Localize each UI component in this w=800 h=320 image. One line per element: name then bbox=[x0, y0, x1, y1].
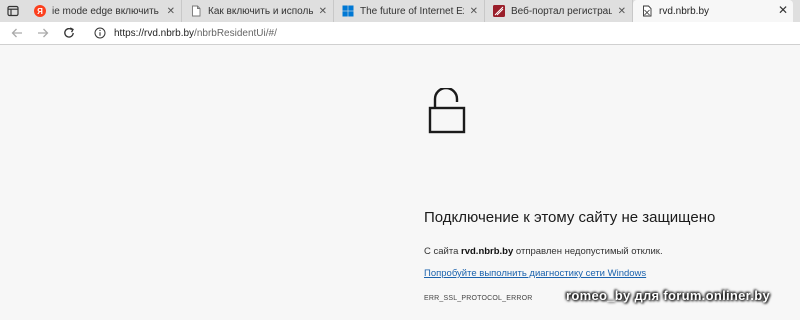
forward-button[interactable] bbox=[30, 22, 56, 44]
tab-title: rvd.nbrb.by bbox=[659, 5, 710, 17]
forward-arrow-icon bbox=[38, 28, 49, 38]
refresh-icon bbox=[64, 27, 74, 38]
tab-yandex-search[interactable]: Я ie mode edge включить — Янде ✕ bbox=[26, 0, 182, 22]
tab-title: ie mode edge включить — Янде bbox=[52, 5, 161, 17]
tab-close-icon[interactable]: ✕ bbox=[167, 6, 175, 17]
tab-title: The future of Internet Explorer o bbox=[360, 5, 464, 17]
error-code: ERR_SSL_PROTOCOL_ERROR bbox=[424, 295, 533, 302]
refresh-button[interactable] bbox=[56, 22, 82, 44]
unlocked-padlock-icon bbox=[428, 88, 466, 134]
tab-actions-button[interactable] bbox=[0, 0, 26, 22]
watermark: romeo_by для forum.onliner.by bbox=[566, 288, 770, 303]
tab-close-icon[interactable]: ✕ bbox=[470, 6, 478, 17]
tab-strip: Я ie mode edge включить — Янде ✕ Как вкл… bbox=[0, 0, 800, 22]
tab-actions-icon bbox=[7, 5, 19, 17]
page-icon bbox=[192, 5, 201, 17]
address-bar[interactable]: https://rvd.nbrb.by/nbrbResidentUi/#/ bbox=[94, 27, 277, 39]
svg-text:Я: Я bbox=[37, 7, 43, 16]
close-tab-icon[interactable]: ✕ bbox=[778, 3, 788, 17]
tab-title: Как включить и использовать р bbox=[208, 5, 313, 17]
tab-rvd-nbrb[interactable]: rvd.nbrb.by bbox=[633, 0, 793, 22]
nbrb-icon bbox=[493, 5, 505, 17]
tab-ie-howto[interactable]: Как включить и использовать р ✕ bbox=[182, 0, 334, 22]
url-path: /nbrbResidentUi/#/ bbox=[194, 27, 277, 39]
error-description: С сайта rvd.nbrb.by отправлен недопустим… bbox=[424, 246, 663, 257]
not-secure-page-icon bbox=[643, 5, 652, 17]
tab-close-icon[interactable]: ✕ bbox=[319, 6, 327, 17]
info-icon[interactable] bbox=[94, 27, 106, 39]
yandex-icon: Я bbox=[34, 5, 46, 17]
browser-toolbar: https://rvd.nbrb.by/nbrbResidentUi/#/ bbox=[0, 22, 800, 45]
error-title: Подключение к этому сайту не защищено bbox=[424, 209, 716, 226]
tab-close-icon[interactable]: ✕ bbox=[618, 6, 626, 17]
windows-icon bbox=[342, 5, 354, 17]
tab-ie-future[interactable]: The future of Internet Explorer o ✕ bbox=[334, 0, 485, 22]
url-host: https://rvd.nbrb.by bbox=[114, 27, 195, 39]
network-diagnostics-link[interactable]: Попробуйте выполнить диагностику сети Wi… bbox=[424, 268, 646, 279]
error-host: rvd.nbrb.by bbox=[461, 246, 514, 257]
back-button[interactable] bbox=[4, 22, 30, 44]
tab-nbrb-portal[interactable]: Веб-портал регистрации валю ✕ bbox=[485, 0, 633, 22]
back-arrow-icon bbox=[11, 28, 22, 38]
tab-title: Веб-портал регистрации валю bbox=[511, 5, 612, 17]
